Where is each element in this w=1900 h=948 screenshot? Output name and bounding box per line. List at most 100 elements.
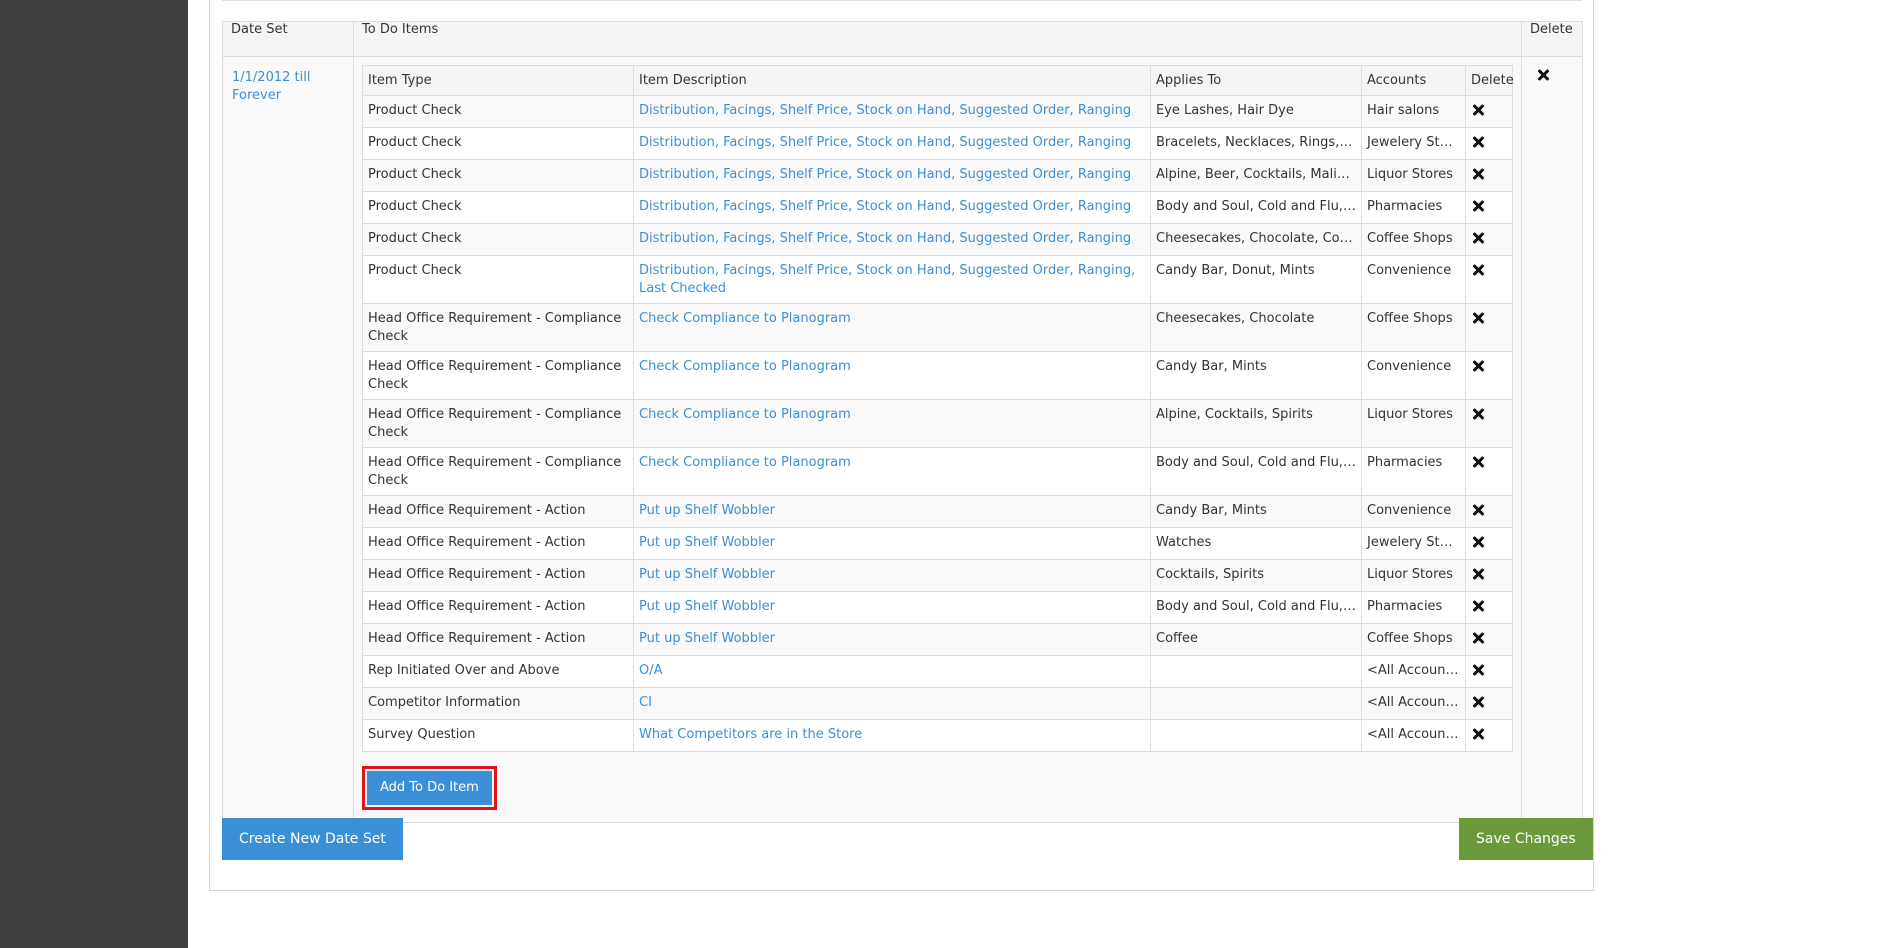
table-row: Head Office Requirement - Action Put up S… bbox=[362, 623, 1513, 656]
create-new-date-set-button[interactable]: Create New Date Set bbox=[222, 818, 403, 860]
add-item-area: Add To Do Item bbox=[362, 752, 1513, 822]
close-icon[interactable] bbox=[1473, 632, 1485, 644]
close-icon[interactable] bbox=[1473, 264, 1485, 276]
add-todo-item-button[interactable]: Add To Do Item bbox=[367, 771, 492, 805]
item-type-cell: Head Office Requirement - Compliance Che… bbox=[362, 351, 634, 400]
close-icon[interactable] bbox=[1473, 568, 1485, 580]
accounts-cell: Convenience bbox=[1361, 495, 1466, 528]
accounts-cell: Convenience bbox=[1361, 351, 1466, 400]
accounts-cell: Liquor Stores bbox=[1361, 559, 1466, 592]
item-description-link[interactable]: Distribution, Facings, Shelf Price, Stoc… bbox=[639, 199, 1131, 214]
date-set-cell: 1/1/2012 till Forever bbox=[222, 56, 354, 823]
item-description-link[interactable]: Distribution, Facings, Shelf Price, Stoc… bbox=[639, 135, 1131, 150]
item-delete-cell bbox=[1465, 559, 1513, 592]
close-icon[interactable] bbox=[1473, 360, 1485, 372]
item-description-cell: Put up Shelf Wobbler bbox=[633, 591, 1151, 624]
table-row: Head Office Requirement - Compliance Che… bbox=[362, 447, 1513, 496]
close-icon[interactable] bbox=[1473, 312, 1485, 324]
item-description-cell: Distribution, Facings, Shelf Price, Stoc… bbox=[633, 223, 1151, 256]
date-sets-table: Date Set To Do Items Delete 1/1/2012 til… bbox=[222, 21, 1583, 823]
item-description-link[interactable]: Put up Shelf Wobbler bbox=[639, 599, 775, 614]
item-description-cell: Distribution, Facings, Shelf Price, Stoc… bbox=[633, 255, 1151, 304]
table-row: Head Office Requirement - Compliance Che… bbox=[362, 303, 1513, 352]
close-icon[interactable] bbox=[1473, 504, 1485, 516]
item-description-link[interactable]: Check Compliance to Planogram bbox=[639, 359, 851, 374]
close-icon[interactable] bbox=[1473, 200, 1485, 212]
item-description-cell: Distribution, Facings, Shelf Price, Stoc… bbox=[633, 159, 1151, 192]
item-type-cell: Head Office Requirement - Compliance Che… bbox=[362, 303, 634, 352]
close-icon[interactable] bbox=[1473, 696, 1485, 708]
item-description-cell: Check Compliance to Planogram bbox=[633, 351, 1151, 400]
accounts-cell: Jewelery Stores bbox=[1361, 127, 1466, 160]
item-description-link[interactable]: Distribution, Facings, Shelf Price, Stoc… bbox=[639, 103, 1131, 118]
header-todo-items: To Do Items bbox=[353, 21, 1522, 57]
header-date-set: Date Set bbox=[222, 21, 354, 57]
applies-to-cell: Eye Lashes, Hair Dye bbox=[1150, 95, 1362, 128]
item-description-link[interactable]: Put up Shelf Wobbler bbox=[639, 503, 775, 518]
accounts-cell: Pharmacies bbox=[1361, 591, 1466, 624]
item-description-link[interactable]: Put up Shelf Wobbler bbox=[639, 535, 775, 550]
accounts-cell: Liquor Stores bbox=[1361, 159, 1466, 192]
close-icon[interactable] bbox=[1473, 728, 1485, 740]
item-description-link[interactable]: Check Compliance to Planogram bbox=[639, 407, 851, 422]
todo-items-table: Item Type Item Description Applies To Ac… bbox=[362, 65, 1514, 752]
applies-to-cell bbox=[1150, 687, 1362, 720]
close-icon[interactable] bbox=[1473, 536, 1485, 548]
applies-to-cell: Body and Soul, Cold and Flu, Gifts bbox=[1150, 591, 1362, 624]
item-description-cell: Check Compliance to Planogram bbox=[633, 303, 1151, 352]
applies-to-cell: Cheesecakes, Chocolate bbox=[1150, 303, 1362, 352]
close-icon[interactable] bbox=[1473, 136, 1485, 148]
close-icon[interactable] bbox=[1473, 104, 1485, 116]
todo-items-cell: Item Type Item Description Applies To Ac… bbox=[353, 56, 1522, 823]
item-description-link[interactable]: Check Compliance to Planogram bbox=[639, 455, 851, 470]
item-description-link[interactable]: Distribution, Facings, Shelf Price, Stoc… bbox=[639, 263, 1135, 296]
table-row: Product Check Distribution, Facings, Shel… bbox=[362, 95, 1513, 128]
item-description-link[interactable]: Distribution, Facings, Shelf Price, Stoc… bbox=[639, 231, 1131, 246]
item-description-link[interactable]: What Competitors are in the Store bbox=[639, 727, 862, 742]
save-changes-button[interactable]: Save Changes bbox=[1459, 818, 1593, 860]
accounts-cell: Hair salons bbox=[1361, 95, 1466, 128]
item-type-cell: Head Office Requirement - Action bbox=[362, 591, 634, 624]
item-description-link[interactable]: Check Compliance to Planogram bbox=[639, 311, 851, 326]
close-icon[interactable] bbox=[1473, 232, 1485, 244]
accounts-cell: <All Accounts> bbox=[1361, 687, 1466, 720]
applies-to-cell bbox=[1150, 655, 1362, 688]
table-row: Competitor Information CI <All Accounts> bbox=[362, 687, 1513, 720]
item-type-cell: Head Office Requirement - Action bbox=[362, 495, 634, 528]
item-delete-cell bbox=[1465, 127, 1513, 160]
item-type-cell: Product Check bbox=[362, 223, 634, 256]
item-description-cell: Check Compliance to Planogram bbox=[633, 399, 1151, 448]
item-description-link[interactable]: CI bbox=[639, 695, 652, 710]
applies-to-cell: Alpine, Cocktails, Spirits bbox=[1150, 399, 1362, 448]
accounts-cell: <All Accounts> bbox=[1361, 655, 1466, 688]
item-description-link[interactable]: Distribution, Facings, Shelf Price, Stoc… bbox=[639, 167, 1131, 182]
applies-to-cell: Candy Bar, Donut, Mints bbox=[1150, 255, 1362, 304]
item-description-link[interactable]: Put up Shelf Wobbler bbox=[639, 567, 775, 582]
date-set-link[interactable]: 1/1/2012 till Forever bbox=[232, 69, 332, 105]
table-row: Head Office Requirement - Action Put up S… bbox=[362, 527, 1513, 560]
item-delete-cell bbox=[1465, 527, 1513, 560]
item-type-cell: Head Office Requirement - Compliance Che… bbox=[362, 399, 634, 448]
date-set-row: 1/1/2012 till Forever Item Type Item Des… bbox=[222, 56, 1583, 823]
item-delete-cell bbox=[1465, 719, 1513, 752]
close-icon[interactable] bbox=[1538, 69, 1550, 81]
accounts-cell: <All Accounts> bbox=[1361, 719, 1466, 752]
applies-to-cell: Body and Soul, Cold and Flu, Vitamins bbox=[1150, 447, 1362, 496]
close-icon[interactable] bbox=[1473, 456, 1485, 468]
item-delete-cell bbox=[1465, 255, 1513, 304]
close-icon[interactable] bbox=[1473, 168, 1485, 180]
close-icon[interactable] bbox=[1473, 600, 1485, 612]
header-item-description: Item Description bbox=[633, 65, 1151, 96]
item-description-link[interactable]: Put up Shelf Wobbler bbox=[639, 631, 775, 646]
applies-to-cell: Alpine, Beer, Cocktails, Malibu, Spirits bbox=[1150, 159, 1362, 192]
item-delete-cell bbox=[1465, 655, 1513, 688]
header-item-type: Item Type bbox=[362, 65, 634, 96]
item-delete-cell bbox=[1465, 399, 1513, 448]
table-row: Head Office Requirement - Compliance Che… bbox=[362, 399, 1513, 448]
item-description-link[interactable]: O/A bbox=[639, 663, 663, 678]
close-icon[interactable] bbox=[1473, 664, 1485, 676]
close-icon[interactable] bbox=[1473, 408, 1485, 420]
item-description-cell: Put up Shelf Wobbler bbox=[633, 559, 1151, 592]
table-row: Head Office Requirement - Action Put up S… bbox=[362, 495, 1513, 528]
applies-to-cell: Body and Soul, Cold and Flu, Gifts, Vita… bbox=[1150, 191, 1362, 224]
